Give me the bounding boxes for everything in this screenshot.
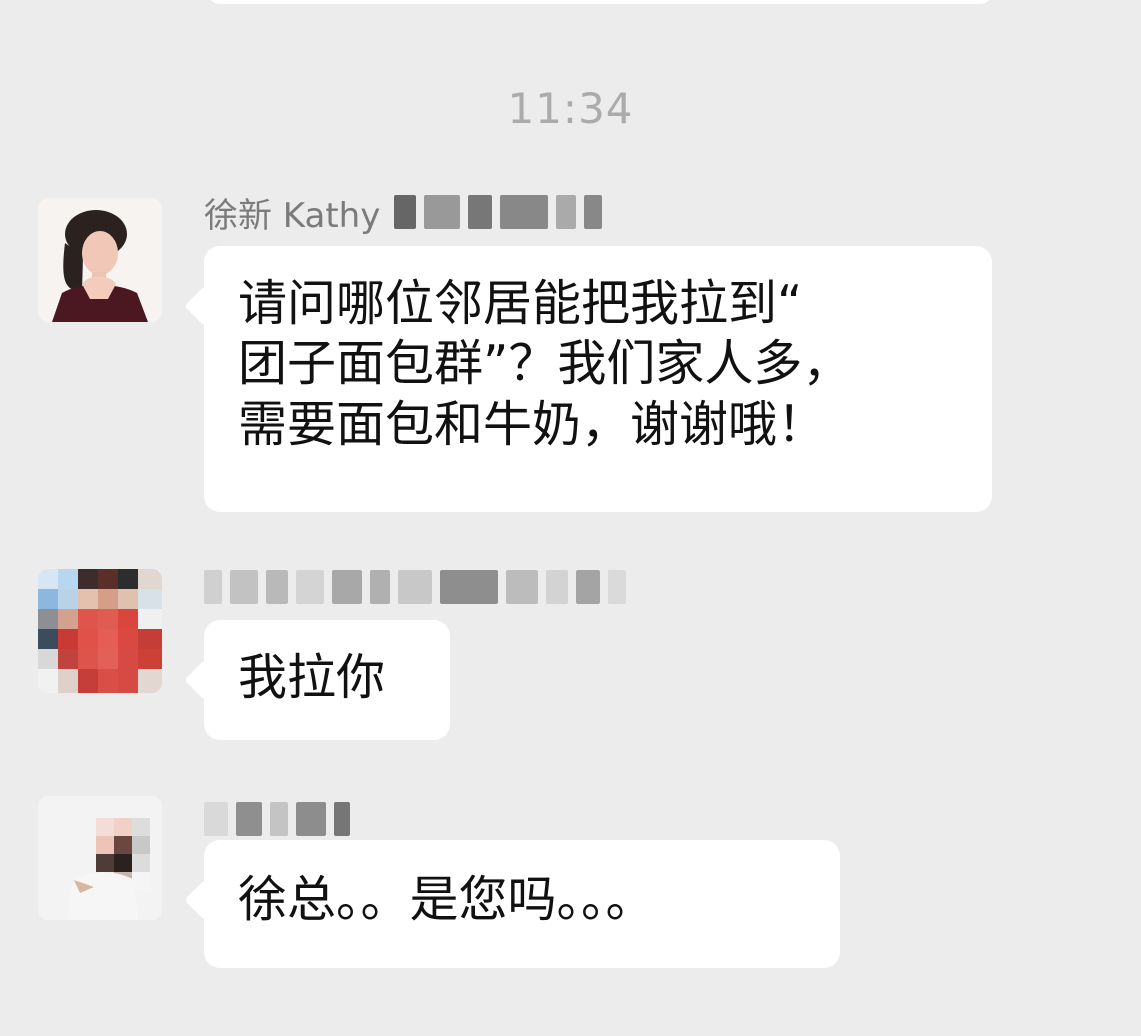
- message-timestamp: 11:34: [507, 84, 634, 133]
- second-sender-name-redaction: [204, 570, 626, 604]
- third-sender-name-redaction: [204, 802, 350, 836]
- sender-name-row: 徐新 Kathy: [204, 190, 603, 236]
- second-sender-name-row: [204, 565, 626, 609]
- third-message-text: 徐总。。是您吗。。。: [238, 871, 655, 928]
- third-message-bubble[interactable]: 徐总。。是您吗。。。: [204, 840, 840, 968]
- third-sender-avatar-icon[interactable]: [38, 796, 162, 920]
- message-bubble[interactable]: 请问哪位邻居能把我拉到“ 团子面包群”？我们家人多， 需要面包和牛奶，谢谢哦！: [204, 246, 992, 512]
- second-message-text: 我拉你: [238, 649, 386, 706]
- sender-name-redaction: [394, 195, 603, 229]
- sender-avatar-icon[interactable]: [38, 198, 162, 322]
- sender-name: 徐新 Kathy: [204, 195, 381, 236]
- previous-message-bubble: [208, 0, 992, 4]
- second-sender-avatar-icon[interactable]: [38, 569, 162, 693]
- second-message-bubble[interactable]: 我拉你: [204, 620, 450, 740]
- message-text: 请问哪位邻居能把我拉到“ 团子面包群”？我们家人多， 需要面包和牛奶，谢谢哦！: [238, 275, 852, 453]
- third-sender-name-row: [204, 797, 350, 841]
